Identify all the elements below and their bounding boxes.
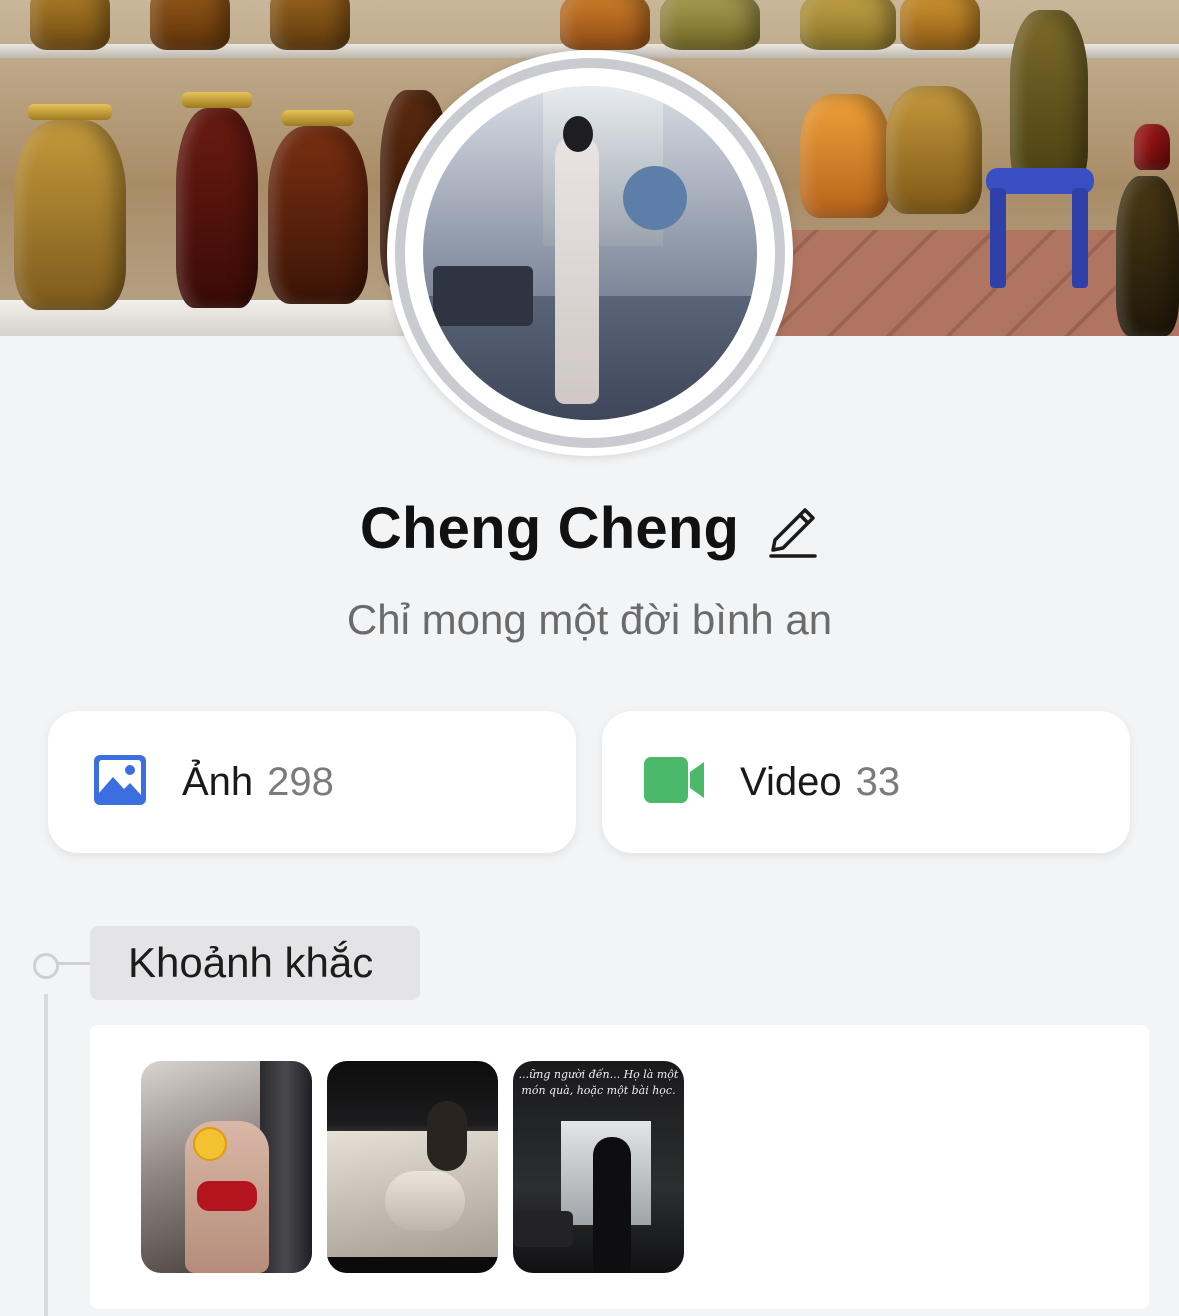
moments-section-title: Khoảnh khắc <box>90 926 420 1000</box>
photo-gallery-icon <box>92 753 148 812</box>
cover-jar-lid <box>282 110 354 126</box>
moment-thumbnail[interactable]: ...ững người đến... Họ là một món quà, h… <box>513 1061 684 1273</box>
timeline-line <box>44 994 48 1316</box>
avatar[interactable] <box>423 86 757 420</box>
cover-jar <box>1010 10 1088 190</box>
photos-count: 298 <box>267 759 334 804</box>
cover-jar <box>660 0 760 50</box>
cover-jar <box>1116 176 1179 336</box>
profile-bio: Chỉ mong một đời bình an <box>346 596 833 643</box>
profile-name-row: Cheng Cheng <box>0 488 1179 568</box>
videos-count: 33 <box>855 759 901 804</box>
photos-button[interactable]: Ảnh 298 <box>48 711 576 853</box>
timeline-connector <box>58 962 90 965</box>
videos-button[interactable]: Video 33 <box>602 711 1130 853</box>
moments-panel: ...ững người đến... Họ là một món quà, h… <box>90 1025 1149 1309</box>
cover-jar <box>886 86 982 214</box>
cover-jar <box>1134 124 1170 170</box>
moment-thumbnail[interactable] <box>327 1061 498 1273</box>
cover-jar <box>560 0 650 50</box>
cover-jar-lid <box>28 104 112 120</box>
cover-jar <box>268 126 368 304</box>
pencil-edit-icon[interactable] <box>765 496 819 560</box>
cover-jar <box>900 0 980 50</box>
cover-jar <box>14 120 126 310</box>
timeline-dot <box>33 953 59 979</box>
video-camera-icon <box>642 755 706 810</box>
profile-name: Cheng Cheng <box>359 495 740 561</box>
cover-jar <box>30 0 110 50</box>
cover-jar <box>800 0 896 50</box>
cover-stool <box>976 168 1104 288</box>
cover-jar <box>150 0 230 50</box>
videos-label: Video <box>740 759 842 804</box>
moment-thumbnail[interactable] <box>141 1061 312 1273</box>
cover-jar <box>176 108 258 308</box>
photos-label: Ảnh <box>182 759 254 804</box>
cover-jar <box>800 94 890 218</box>
cover-jar <box>270 0 350 50</box>
cover-jar-lid <box>182 92 252 108</box>
avatar-frame <box>387 50 793 456</box>
moment-caption: ...ững người đến... Họ là một món quà, h… <box>518 1068 679 1097</box>
